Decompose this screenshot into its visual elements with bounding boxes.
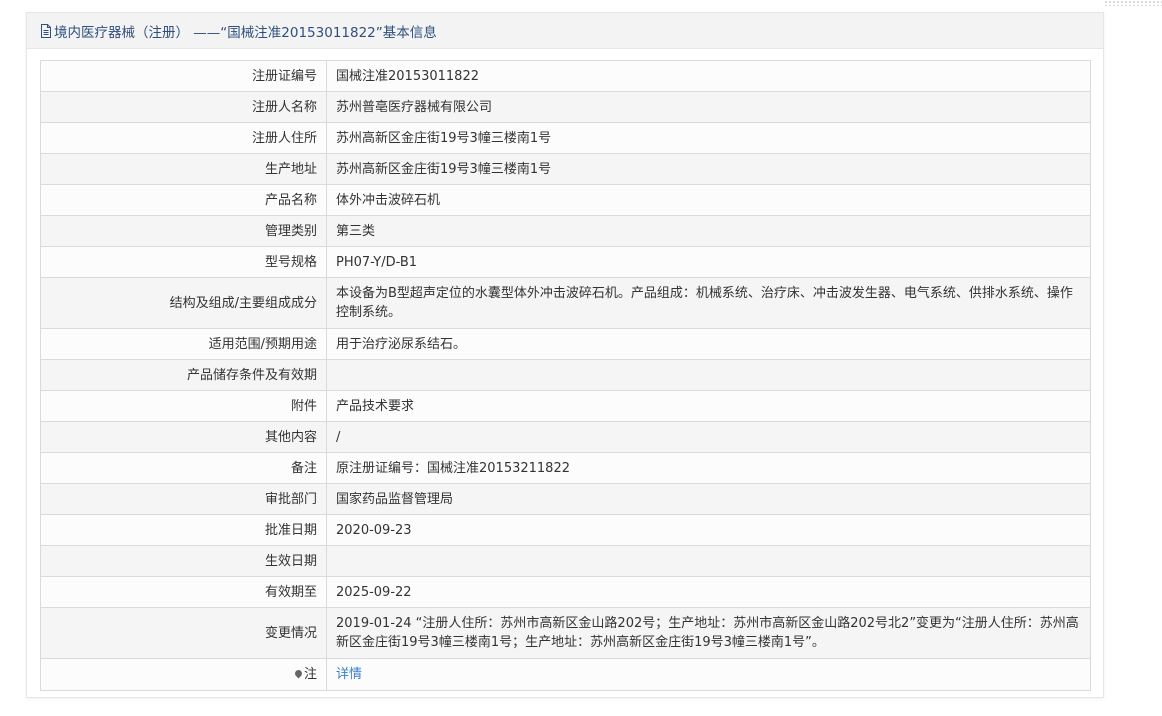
row-value: 产品技术要求 <box>326 390 1091 422</box>
row-value: 第三类 <box>326 215 1091 247</box>
table-row: 备注 原注册证编号：国械注准20153211822 <box>40 452 1091 484</box>
table-row: 注册人住所 苏州高新区金庄街19号3幢三楼南1号 <box>40 122 1091 154</box>
row-value: 体外冲击波碎石机 <box>326 184 1091 216</box>
table-row: 产品名称 体外冲击波碎石机 <box>40 184 1091 216</box>
row-label: 注册人名称 <box>40 91 327 123</box>
table-row: 型号规格 PH07-Y/D-B1 <box>40 246 1091 278</box>
row-label: 适用范围/预期用途 <box>40 328 327 360</box>
table-row: 有效期至 2025-09-22 <box>40 576 1091 608</box>
row-label: 附件 <box>40 390 327 422</box>
table-row: 注册证编号 国械注准20153011822 <box>40 60 1091 92</box>
table-row: 结构及组成/主要组成成分 本设备为B型超声定位的水囊型体外冲击波碎石机。产品组成：… <box>40 277 1091 329</box>
row-label: 生效日期 <box>40 545 327 577</box>
row-label: 管理类别 <box>40 215 327 247</box>
row-value: 2019-01-24 “注册人住所：苏州市高新区金山路202号；生产地址：苏州市… <box>326 607 1091 659</box>
row-label: 备注 <box>40 452 327 484</box>
row-label: 审批部门 <box>40 483 327 515</box>
map-pin-icon <box>293 668 304 679</box>
row-label: 有效期至 <box>40 576 327 608</box>
row-value: 国械注准20153011822 <box>326 60 1091 92</box>
detail-link[interactable]: 详情 <box>336 667 362 682</box>
table-row: 变更情况 2019-01-24 “注册人住所：苏州市高新区金山路202号；生产地址… <box>40 607 1091 659</box>
row-label: 注册证编号 <box>40 60 327 92</box>
row-value: / <box>326 421 1091 453</box>
table-row: 审批部门 国家药品监督管理局 <box>40 483 1091 515</box>
table-row: 适用范围/预期用途 用于治疗泌尿系结石。 <box>40 328 1091 360</box>
info-panel: 境内医疗器械（注册） ——“国械注准20153011822”基本信息 注册证编号… <box>26 12 1104 698</box>
row-value: 原注册证编号：国械注准20153211822 <box>326 452 1091 484</box>
panel-header: 境内医疗器械（注册） ——“国械注准20153011822”基本信息 <box>27 13 1103 49</box>
row-label: 产品储存条件及有效期 <box>40 359 327 391</box>
table-row: 其他内容 / <box>40 421 1091 453</box>
row-value: 国家药品监督管理局 <box>326 483 1091 515</box>
row-label: 注册人住所 <box>40 122 327 154</box>
row-label: 生产地址 <box>40 153 327 185</box>
row-value: PH07-Y/D-B1 <box>326 246 1091 278</box>
note-label-cell: 注 <box>40 658 327 691</box>
note-row: 注 详情 <box>40 658 1091 691</box>
document-icon <box>40 23 52 38</box>
decorative-dots <box>1104 0 1162 6</box>
note-value-cell: 详情 <box>326 658 1091 691</box>
table-row: 生产地址 苏州高新区金庄街19号3幢三楼南1号 <box>40 153 1091 185</box>
row-value: 苏州普亳医疗器械有限公司 <box>326 91 1091 123</box>
table-row: 管理类别 第三类 <box>40 215 1091 247</box>
row-label: 变更情况 <box>40 607 327 659</box>
row-label: 其他内容 <box>40 421 327 453</box>
row-value: 用于治疗泌尿系结石。 <box>326 328 1091 360</box>
row-value <box>326 545 1091 577</box>
row-value: 苏州高新区金庄街19号3幢三楼南1号 <box>326 122 1091 154</box>
row-value <box>326 359 1091 391</box>
row-label: 产品名称 <box>40 184 327 216</box>
note-label: 注 <box>303 667 317 682</box>
row-label: 批准日期 <box>40 514 327 546</box>
info-table: 注册证编号 国械注准20153011822 注册人名称 苏州普亳医疗器械有限公司 注… <box>40 60 1091 691</box>
row-label: 型号规格 <box>40 246 327 278</box>
table-row: 批准日期 2020-09-23 <box>40 514 1091 546</box>
table-row: 注册人名称 苏州普亳医疗器械有限公司 <box>40 91 1091 123</box>
table-row: 附件 产品技术要求 <box>40 390 1091 422</box>
row-value: 2025-09-22 <box>326 576 1091 608</box>
page-title: 境内医疗器械（注册） ——“国械注准20153011822”基本信息 <box>54 24 437 41</box>
row-value: 苏州高新区金庄街19号3幢三楼南1号 <box>326 153 1091 185</box>
table-row: 生效日期 <box>40 545 1091 577</box>
row-label: 结构及组成/主要组成成分 <box>40 277 327 329</box>
row-value: 2020-09-23 <box>326 514 1091 546</box>
table-row: 产品储存条件及有效期 <box>40 359 1091 391</box>
row-value: 本设备为B型超声定位的水囊型体外冲击波碎石机。产品组成：机械系统、治疗床、冲击波… <box>326 277 1091 329</box>
